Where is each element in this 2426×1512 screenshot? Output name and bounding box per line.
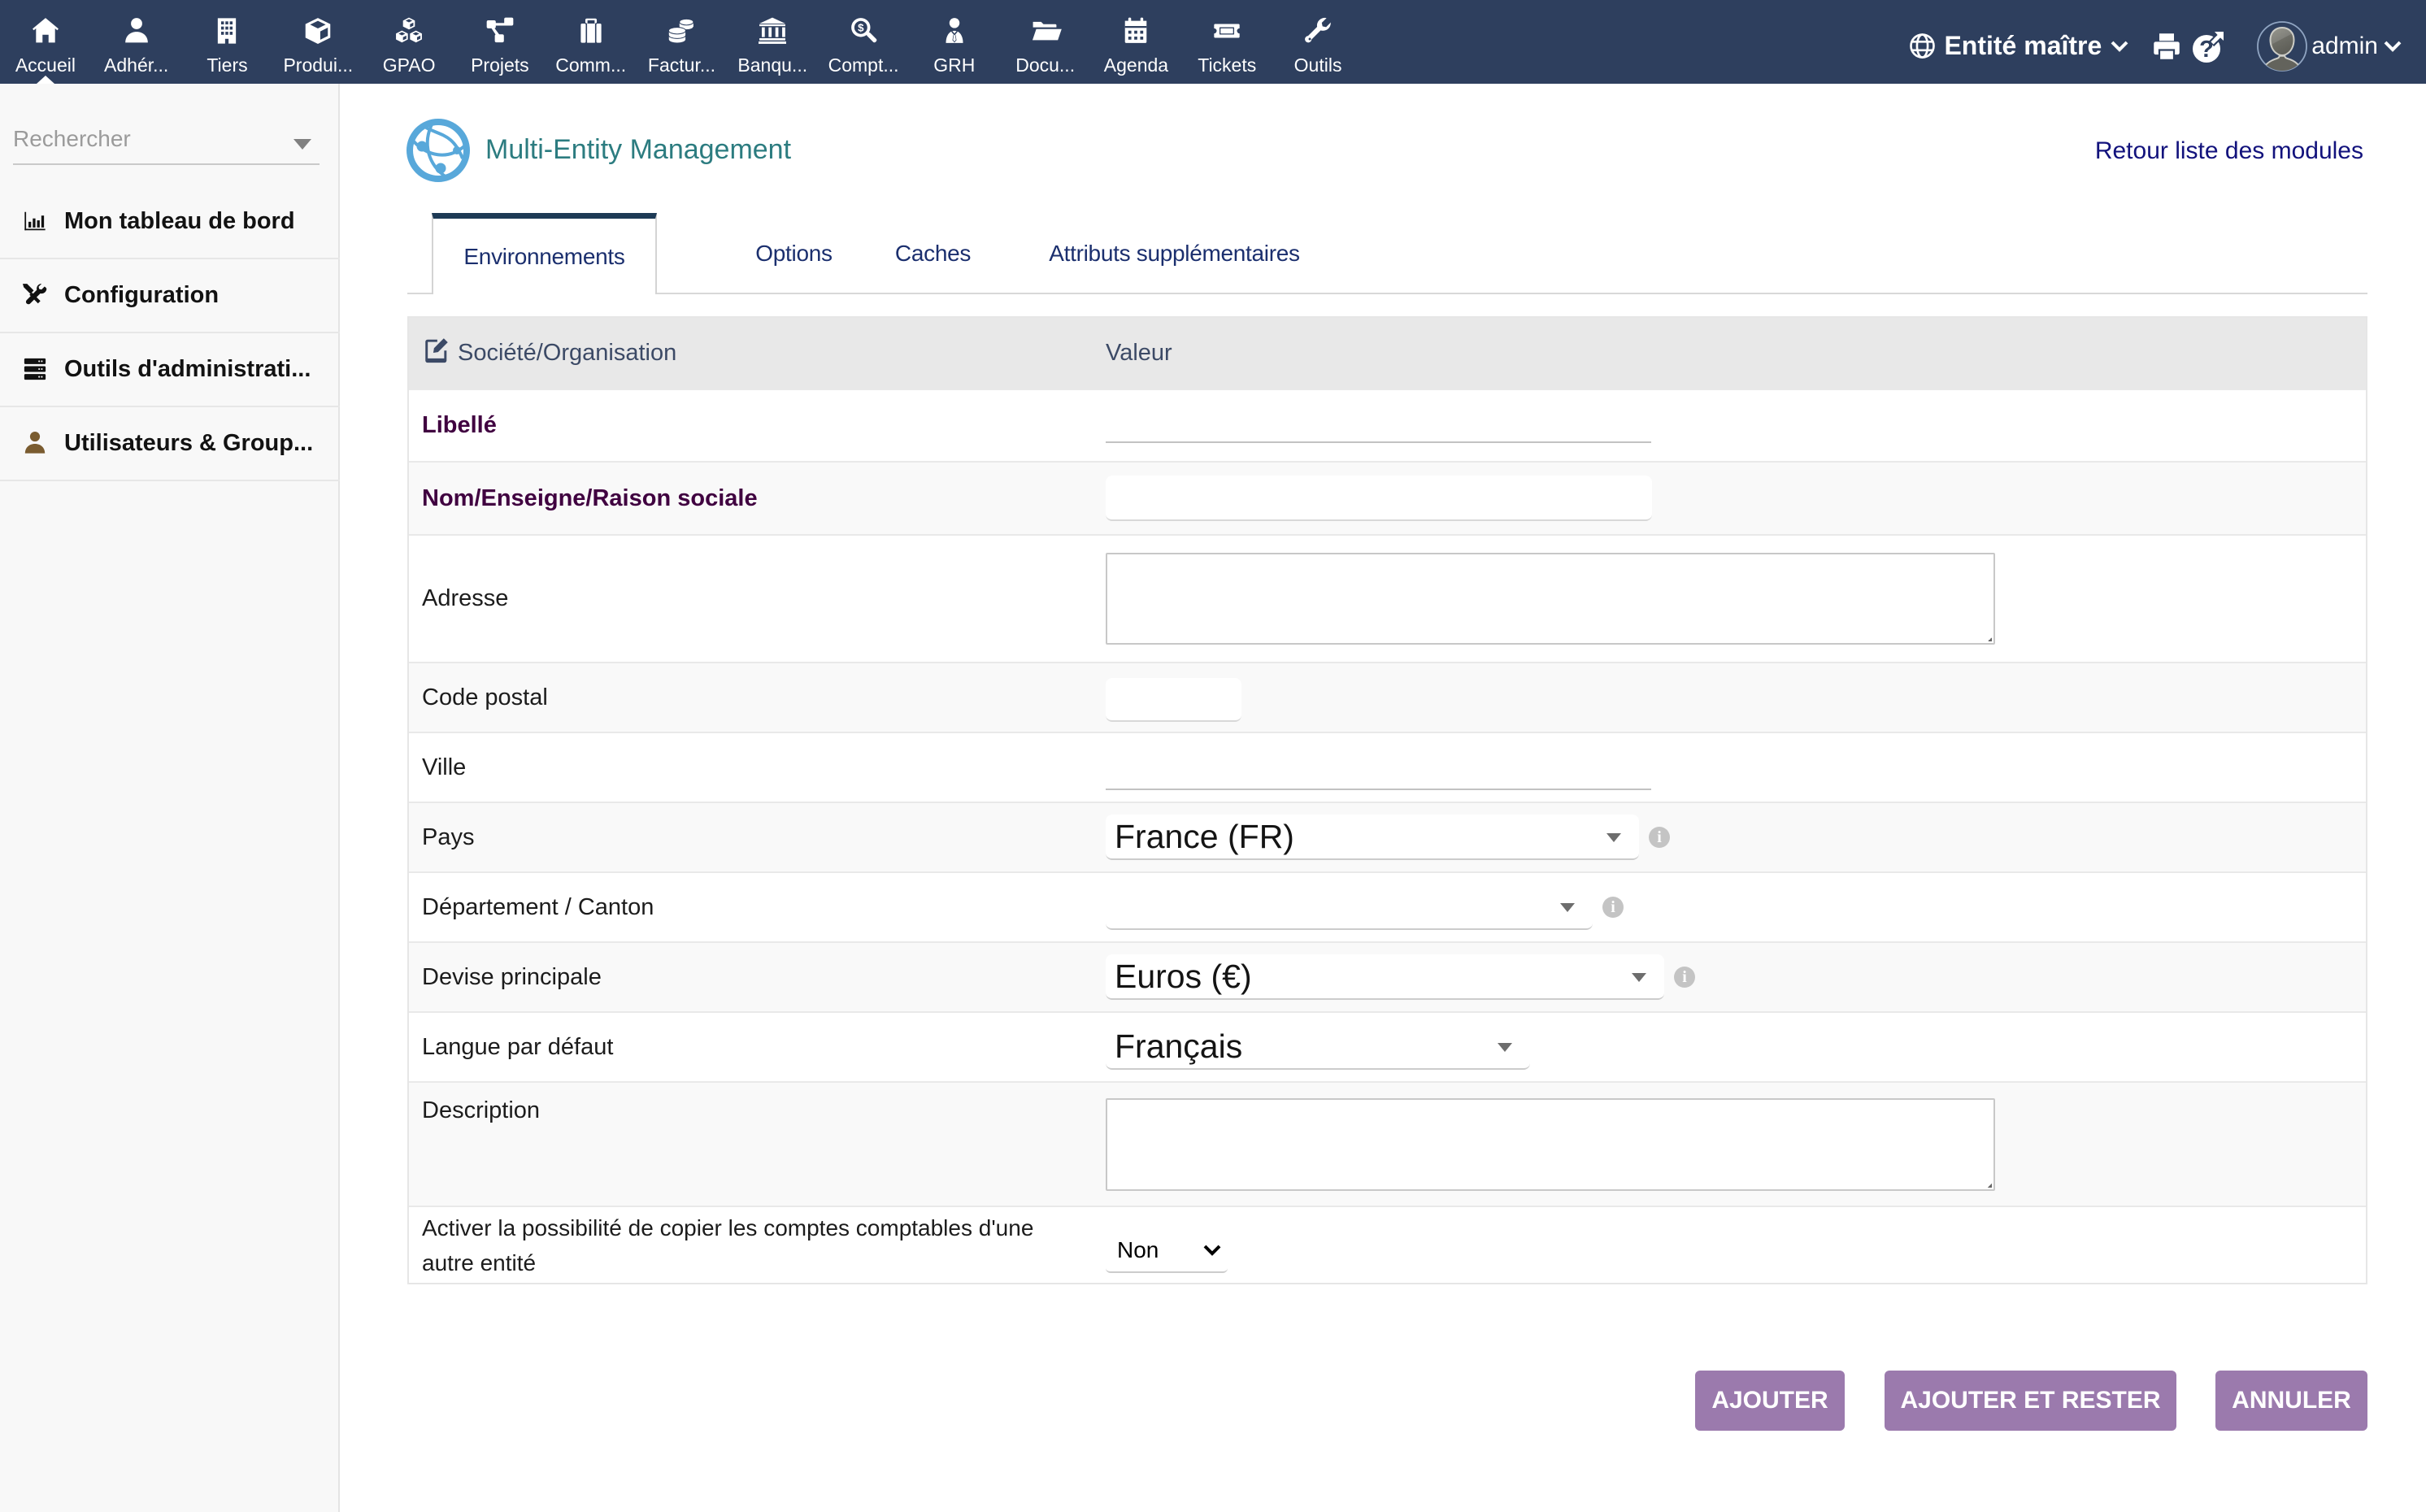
svg-text:$: $ <box>858 21 864 33</box>
